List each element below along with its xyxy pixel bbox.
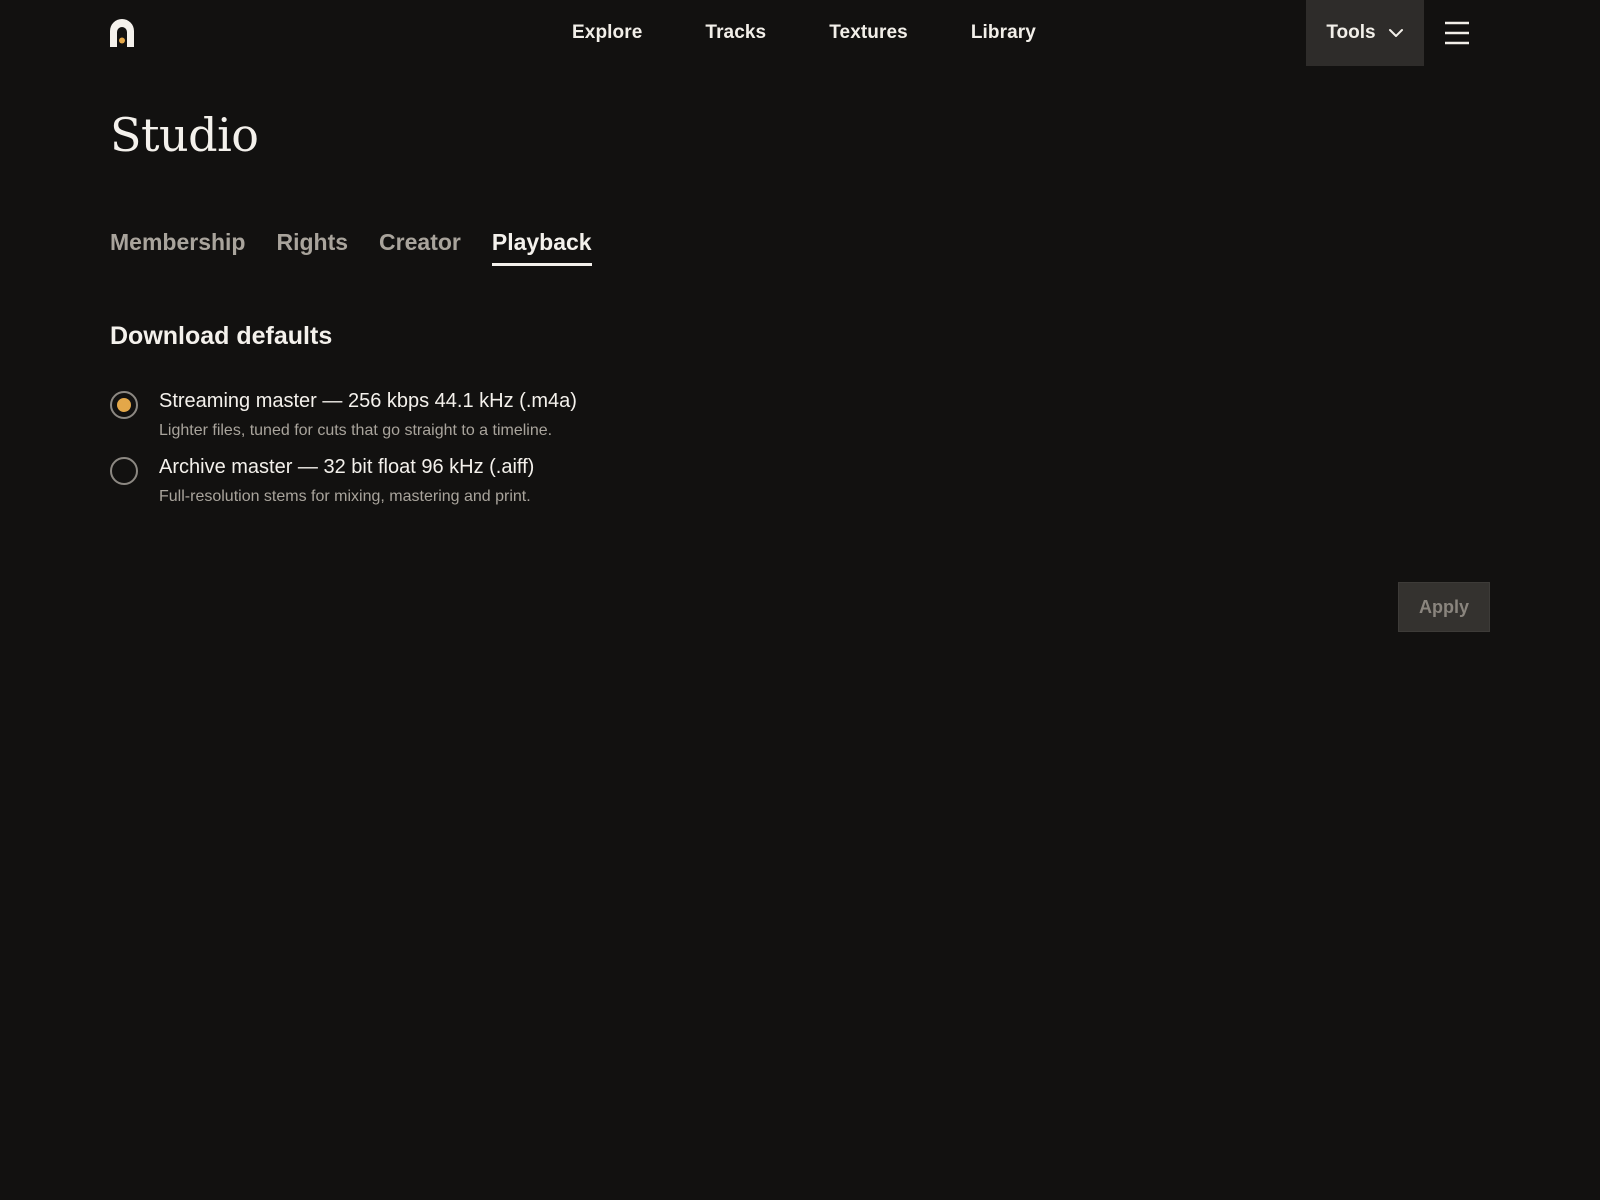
tools-label: Tools — [1326, 22, 1376, 43]
chevron-down-icon — [1388, 28, 1404, 38]
tab-membership[interactable]: Membership — [110, 229, 245, 266]
tools-dropdown-button[interactable]: Tools — [1306, 0, 1424, 66]
radio-label: Streaming master — 256 kbps 44.1 kHz (.m… — [159, 390, 577, 412]
radio-selected-dot — [117, 398, 131, 412]
radio-description: Lighter files, tuned for cuts that go st… — [159, 422, 553, 439]
nav-link-explore[interactable]: Explore — [572, 22, 642, 44]
radio-description: Full-resolution stems for mixing, master… — [159, 488, 531, 505]
tab-creator[interactable]: Creator — [379, 229, 461, 266]
radio-button-selected[interactable] — [110, 391, 138, 419]
top-navigation-bar: Explore Tracks Textures Library Tools — [0, 0, 1600, 66]
radio-button-unselected[interactable] — [110, 457, 138, 485]
tab-rights[interactable]: Rights — [276, 229, 348, 266]
radio-label: Archive master — 32 bit float 96 kHz (.a… — [159, 456, 535, 478]
nav-link-library[interactable]: Library — [971, 22, 1036, 44]
nav-link-tracks[interactable]: Tracks — [705, 22, 766, 44]
tab-playback[interactable]: Playback — [491, 229, 592, 266]
section-heading: Download defaults — [110, 322, 333, 350]
page-title: Studio — [110, 108, 259, 162]
main-nav: Explore Tracks Textures Library — [572, 0, 1036, 66]
apply-button[interactable]: Apply — [1398, 582, 1490, 632]
arch-logo-icon[interactable] — [110, 19, 134, 47]
hamburger-menu-icon[interactable] — [1444, 20, 1470, 46]
settings-tabs: Membership Rights Creator Playback — [110, 229, 592, 266]
nav-link-textures[interactable]: Textures — [829, 22, 908, 44]
